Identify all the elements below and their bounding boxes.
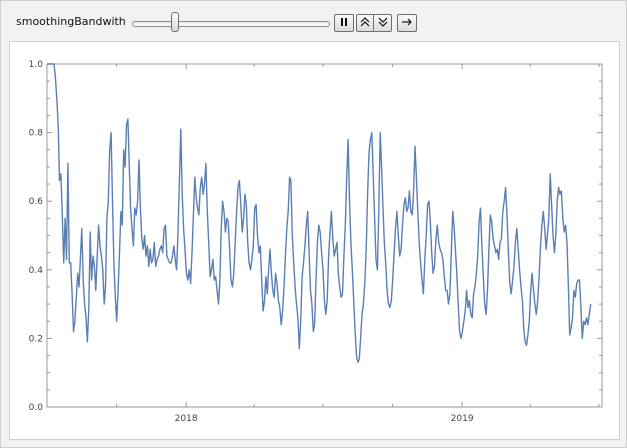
series-line xyxy=(47,63,592,364)
line-chart: 0.0 0.2 0.4 0.6 0.8 1.0 2018 2019 xyxy=(29,60,603,424)
y-tick-label: 0.6 xyxy=(29,197,44,207)
y-tick-label: 1.0 xyxy=(29,60,44,70)
y-tick-label: 0.8 xyxy=(29,129,44,139)
double-chevron-down-icon xyxy=(378,17,388,29)
y-tick-label: 0.0 xyxy=(29,403,44,413)
faster-button[interactable] xyxy=(356,14,374,32)
y-tick-label: 0.2 xyxy=(29,334,43,344)
smoothing-slider-thumb[interactable] xyxy=(171,12,180,32)
pause-icon xyxy=(339,17,349,29)
pause-button[interactable] xyxy=(334,14,354,32)
x-tick-label: 2019 xyxy=(451,414,474,424)
double-chevron-up-icon xyxy=(360,17,370,29)
y-tick-label: 0.4 xyxy=(29,266,44,276)
control-label: smoothingBandwith xyxy=(16,15,126,28)
step-forward-button[interactable] xyxy=(397,14,417,32)
manipulate-frame: smoothingBandwith 0.0 0.2 0.4 0.6 0.8 1.0 2018… xyxy=(0,0,627,448)
plot-panel: 0.0 0.2 0.4 0.6 0.8 1.0 2018 2019 xyxy=(9,41,620,440)
plot-frame xyxy=(46,63,603,408)
smoothing-slider-track[interactable] xyxy=(132,21,330,27)
x-tick-label: 2018 xyxy=(175,414,198,424)
slower-button[interactable] xyxy=(374,14,392,32)
control-bar: smoothingBandwith xyxy=(1,1,627,41)
arrow-right-icon xyxy=(401,17,413,29)
